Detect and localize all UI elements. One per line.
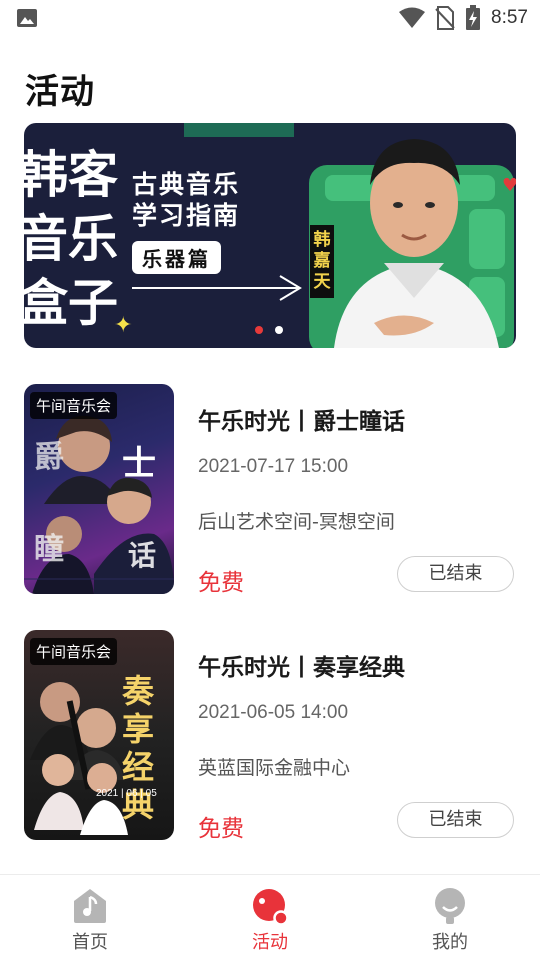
event-status-button[interactable]: 已结束 (397, 802, 514, 838)
nav-item-profile[interactable]: 我的 (360, 875, 540, 961)
banner-big-text: 韩客 音乐 盒子 (24, 143, 118, 335)
nav-label: 活动 (252, 932, 288, 953)
portrait-image (334, 139, 499, 348)
event-card[interactable]: 午间音乐会 爵 士 瞳 话 午乐时光丨爵士瞳话 2021-07-17 15:00… (24, 384, 516, 596)
event-price: 免费 (198, 816, 244, 842)
heart-icon: ♥ (502, 175, 516, 196)
event-poster: 午间音乐会 奏 享 经 典 2021 | 06 | 05 (24, 630, 174, 840)
sparkle-icon: ✦ (114, 313, 133, 338)
banner-name-tag: 韩 嘉 天 (310, 225, 334, 298)
carousel-dot[interactable] (275, 326, 283, 334)
banner-title-line: 古典音乐 (132, 170, 241, 199)
carousel-dot-active[interactable] (255, 326, 263, 334)
profile-icon (435, 888, 465, 924)
poster-title-char: 士 (122, 444, 156, 484)
event-price: 免费 (198, 570, 244, 596)
event-date: 2021-07-17 15:00 (198, 456, 349, 477)
banner-big-text-line: 韩客 (24, 146, 118, 204)
page-title: 活动 (25, 72, 95, 112)
banner-name-char: 天 (313, 272, 331, 292)
carousel-indicator (255, 326, 283, 334)
poster-title-char: 爵 (34, 440, 64, 475)
bottom-navigation: 首页 活动 我的 (0, 874, 540, 961)
wifi-icon (399, 7, 426, 28)
battery-charging-icon (466, 5, 481, 30)
banner-title-line: 学习指南 (132, 201, 241, 230)
nav-item-home[interactable]: 首页 (0, 875, 180, 961)
event-location: 英蓝国际金融中心 (198, 757, 351, 779)
clock: 8:57 (491, 7, 528, 28)
banner-title: 古典音乐 学习指南 (132, 169, 240, 231)
banner-decoration (184, 123, 294, 137)
nav-label: 首页 (72, 932, 108, 953)
banner-big-text-line: 盒子 (24, 274, 118, 332)
event-title[interactable]: 午乐时光丨爵士瞳话 (198, 402, 405, 436)
poster-date: 2021 | 06 | 05 (96, 788, 157, 799)
activity-icon (253, 889, 288, 925)
image-notification-icon (17, 9, 37, 27)
event-title[interactable]: 午乐时光丨奏享经典 (198, 648, 405, 682)
poster-tag: 午间音乐会 (30, 638, 118, 665)
poster-title-char: 话 (128, 539, 157, 572)
event-status-button[interactable]: 已结束 (397, 556, 514, 592)
poster-title-char: 典 (122, 786, 155, 824)
banner-subtitle: 乐器篇 (132, 241, 221, 274)
banner-carousel[interactable]: 韩客 音乐 盒子 古典音乐 学习指南 乐器篇 韩 嘉 天 ✦ ♥ (24, 123, 516, 348)
no-sim-icon (435, 6, 455, 30)
banner-name-char: 嘉 (313, 251, 331, 271)
event-poster: 午间音乐会 爵 士 瞳 话 (24, 384, 174, 594)
status-bar: 8:57 (0, 0, 540, 36)
poster-title-char: 瞳 (34, 532, 64, 567)
nav-label: 我的 (432, 932, 468, 953)
event-date: 2021-06-05 14:00 (198, 702, 349, 723)
arrow-right-icon (132, 275, 302, 301)
event-location: 后山艺术空间-冥想空间 (198, 511, 395, 533)
nav-item-activity[interactable]: 活动 (180, 875, 360, 961)
event-card[interactable]: 午间音乐会 奏 享 经 典 2021 | 06 | 05 午乐时光丨奏享经典 2… (24, 630, 516, 842)
home-music-icon (74, 889, 106, 923)
banner-name-char: 韩 (313, 230, 331, 250)
poster-tag: 午间音乐会 (30, 392, 118, 419)
banner-big-text-line: 音乐 (24, 210, 118, 268)
